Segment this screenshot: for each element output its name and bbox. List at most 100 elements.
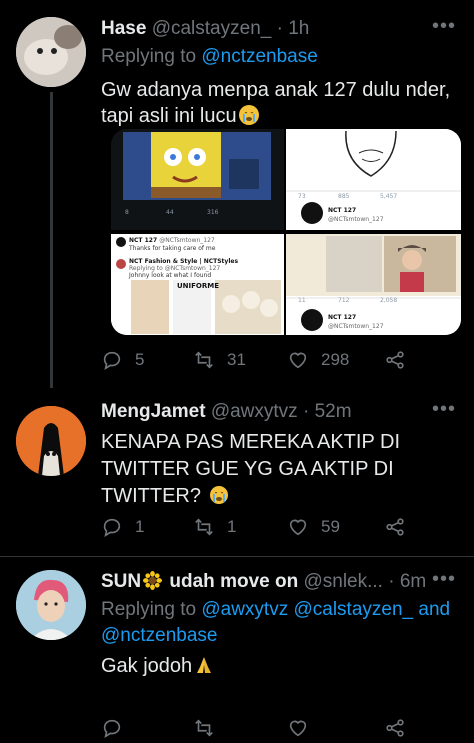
person-photo-image [286, 234, 461, 335]
retweet-count-mini: 712 [338, 297, 350, 304]
tweet-text: Gak jodoh [101, 653, 460, 679]
tweet-text-line: TWITTER GUE YG GA AKTIP DI [101, 458, 394, 480]
avatar[interactable] [16, 17, 86, 87]
tweet-1[interactable]: Hase @calstayzen_ · 1h ••• Replying to @… [0, 0, 474, 388]
like-count-mini: 5,457 [380, 193, 398, 200]
mention-link[interactable]: @nctzenbase [201, 46, 317, 67]
tweet-text-line: KENAPA PAS MEREKA AKTIP DI [101, 431, 401, 453]
heart-icon [289, 519, 307, 536]
retweet-button[interactable] [193, 713, 215, 743]
account-name-mini: NCT 127 [328, 207, 357, 214]
timestamp[interactable]: 1h [288, 18, 309, 39]
user-handle[interactable]: @awxytvz [211, 401, 298, 422]
quoted-text-mini: Johnny look at what I found [129, 272, 212, 279]
more-options-icon[interactable]: ••• [432, 15, 456, 38]
share-button[interactable] [384, 345, 406, 375]
mention-link[interactable]: @nctzenbase [101, 623, 458, 649]
like-button[interactable] [287, 713, 309, 743]
heart-icon [289, 352, 307, 369]
share-icon [386, 719, 404, 737]
more-options-icon[interactable]: ••• [432, 398, 456, 421]
user-handle[interactable]: @snlek... [303, 571, 382, 592]
like-count-mini: 2,058 [380, 297, 398, 304]
retweet-button[interactable]: 1 [193, 512, 236, 542]
sunflower-icon [143, 571, 163, 590]
reply-button[interactable] [101, 713, 123, 743]
reply-count-mini: 8 [125, 209, 129, 216]
media-image-1[interactable]: 8 44 316 [111, 129, 284, 230]
like-button[interactable]: 298 [287, 345, 349, 375]
reply-button[interactable]: 5 [101, 345, 144, 375]
tweet-header: Hase @calstayzen_ · 1h [101, 18, 458, 40]
retweet-icon [195, 351, 213, 369]
like-button[interactable]: 59 [287, 512, 340, 542]
display-name[interactable]: Hase [101, 18, 146, 39]
display-name-suffix[interactable]: udah move on [169, 571, 298, 592]
replying-to: Replying to @awxytvz @calstayzen_ and @n… [101, 597, 458, 649]
account-handle-mini: @NCTsmtown_127 [159, 237, 215, 244]
avatar-image [16, 406, 86, 476]
display-name[interactable]: SUN [101, 571, 141, 592]
share-button[interactable] [384, 512, 406, 542]
media-image-2[interactable]: 73 885 5,457 NCT 127 @NCTsmtown_127 [286, 129, 461, 230]
tweet-header: SUN udah move on @snlek... · 6m [101, 571, 458, 593]
tweet-actions: 1 1 59 [101, 512, 421, 542]
tweet-3[interactable]: SUN udah move on @snlek... · 6m ••• Repl… [0, 557, 474, 738]
crying-face-icon [238, 105, 259, 125]
quoted-reply-mini: Replying to @NCTsmtown_127 [129, 265, 221, 272]
share-icon [386, 518, 404, 536]
uniforme-label: UNIFORME [177, 282, 220, 290]
sketch-face-image [286, 129, 461, 230]
timestamp[interactable]: 52m [315, 401, 352, 422]
retweet-icon [195, 518, 213, 536]
account-name-mini: NCT 127 [129, 237, 158, 244]
media-image-3[interactable]: NCT 127 @NCTsmtown_127 Thanks for taking… [111, 234, 284, 335]
retweet-count: 31 [227, 350, 246, 369]
retweet-count: 1 [227, 517, 237, 536]
timestamp[interactable]: 6m [400, 571, 426, 592]
folded-hands-icon [194, 655, 214, 675]
crying-face-icon [209, 485, 229, 505]
share-button[interactable] [384, 713, 406, 743]
like-count: 298 [321, 350, 350, 369]
tweet-text-line: tapi asli ini lucu [101, 103, 460, 129]
mention-links[interactable]: @awxytvz @calstayzen_ and [201, 599, 450, 620]
tweet-text-line: Gw adanya menpa anak 127 dulu nder, [101, 79, 451, 101]
tweet-text: KENAPA PAS MEREKA AKTIP DI TWITTER GUE Y… [101, 429, 460, 510]
display-name[interactable]: MengJamet [101, 401, 206, 422]
like-count: 59 [321, 517, 340, 536]
tweet-2[interactable]: MengJamet @awxytvz · 52m ••• KENAPA PAS … [0, 388, 474, 558]
tweet-actions [101, 713, 421, 743]
like-count-mini: 316 [207, 209, 219, 216]
avatar[interactable] [16, 570, 86, 640]
replying-prefix: Replying to [101, 46, 197, 67]
reply-icon [103, 518, 121, 537]
more-options-icon[interactable]: ••• [432, 568, 456, 591]
account-handle-mini: @NCTsmtown_127 [328, 323, 384, 330]
avatar[interactable] [16, 406, 86, 476]
tweet-text-line: tapi asli ini lucu [101, 105, 237, 127]
reply-count-mini: 11 [298, 297, 306, 304]
separator-dot: · [302, 401, 310, 422]
account-handle-mini: @NCTsmtown_127 [328, 216, 384, 223]
tweet-actions: 5 31 298 [101, 345, 421, 375]
replying-prefix: Replying to [101, 599, 197, 620]
avatar-image [16, 570, 86, 640]
replying-to: Replying to @nctzenbase [101, 44, 458, 70]
tweet-text-line: Gak jodoh [101, 655, 193, 677]
user-handle[interactable]: @calstayzen_ [152, 18, 272, 39]
reply-count: 1 [135, 517, 145, 536]
separator-dot: · [276, 18, 283, 39]
media-image-4[interactable]: 11 712 2,058 NCT 127 @NCTsmtown_127 [286, 234, 461, 335]
retweet-button[interactable]: 31 [193, 345, 246, 375]
separator-dot: · [388, 571, 395, 592]
reply-icon [103, 351, 121, 370]
share-icon [386, 351, 404, 369]
reply-icon [103, 719, 121, 738]
quoted-text-mini: Thanks for taking care of me [129, 245, 216, 252]
spongebob-image [111, 129, 284, 230]
reply-button[interactable]: 1 [101, 512, 144, 542]
tweet-text-line: TWITTER? [101, 483, 460, 510]
avatar-image [16, 17, 86, 87]
media-grid[interactable]: 8 44 316 73 885 5,457 NCT 127 @NCTsmtown… [111, 129, 461, 335]
